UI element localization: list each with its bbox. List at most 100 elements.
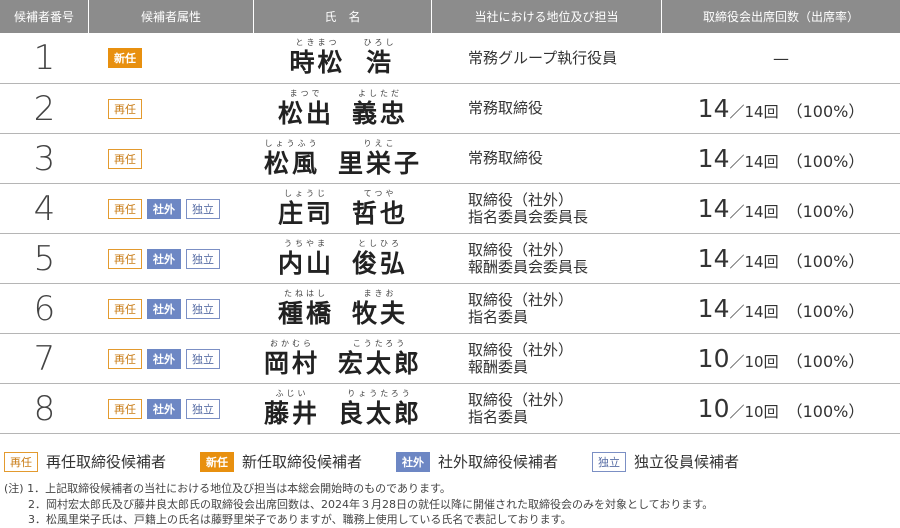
legend-item: 社外 社外取締役候補者 <box>396 451 558 472</box>
attended-count: 10 <box>697 394 730 423</box>
badge-rein: 再任 <box>108 148 142 169</box>
given-furigana: りえこ <box>363 138 397 148</box>
attendance-value: 14 ／14回 （100%） <box>698 244 865 273</box>
surname-furigana: たねはし <box>283 288 328 298</box>
held-count: ／14回 <box>729 153 779 171</box>
given: 俊弘 <box>352 248 409 278</box>
candidate-position: 取締役（社外） 報酬委員会委員長 <box>432 234 662 283</box>
badge-legend: 再任 再任取締役候補者 新任 新任取締役候補者 社外 社外取締役候補者 独立 独立役員候補者 <box>4 451 773 472</box>
candidate-number: 1 <box>33 38 56 78</box>
given-block: ひろし浩 <box>364 38 397 78</box>
attendance-rate: （100%） <box>786 352 865 371</box>
candidate-name: まつで 松出 よしただ 義忠 <box>254 84 432 133</box>
given: 牧夫 <box>352 298 409 328</box>
legend-item: 再任 再任取締役候補者 <box>4 451 166 472</box>
attended-count: 10 <box>697 344 730 373</box>
given: 義忠 <box>352 98 409 128</box>
attendance-value: 10 ／10回 （100%） <box>698 344 865 373</box>
position-line: 常務取締役 <box>468 99 544 117</box>
surname-block: しょうじ 庄司 <box>278 189 334 229</box>
given-furigana: てつや <box>363 188 397 198</box>
position-line: 取締役（社外） <box>468 240 574 259</box>
candidate-name: ふじい 藤井 りょうたろう 良太郎 <box>254 384 432 433</box>
table-header: 候補者番号 候補者属性 氏 名 当社における地位及び担当 取締役会出席回数（出席… <box>0 0 900 33</box>
legend-text: 再任取締役候補者 <box>46 453 167 471</box>
badge-ext: 社外 <box>147 398 181 419</box>
given-block: てつや 哲也 <box>352 189 408 229</box>
position-line: 報酬委員会委員長 <box>468 257 589 276</box>
table-row: 6 再任 社外 独立 たねはし 種橋 まきお 牧夫 取締役（社外） 指名委員 14 ／14回 （100%… <box>0 284 900 334</box>
position-line: 報酬委員 <box>468 357 529 376</box>
attendance-value: 14 ／14回 （100%） <box>698 194 865 223</box>
candidate-number: 2 <box>33 88 56 129</box>
candidate-position: 取締役（社外） 指名委員 <box>432 384 662 433</box>
position-line: 取締役（社外） <box>468 190 574 209</box>
given-furigana: まきお <box>363 288 397 298</box>
given: 宏太郎 <box>338 348 423 378</box>
candidate-attributes: 再任 社外 独立 <box>89 234 254 283</box>
given-block: りえこ 里栄子 <box>338 139 422 179</box>
surname-furigana: うちやま <box>283 238 328 248</box>
attended-count: 14 <box>697 94 730 123</box>
footnote: 3．松風里栄子氏は、戸籍上の氏名は藤野里栄子でありますが、職務上使用している氏名… <box>28 513 572 526</box>
surname: 松風 <box>263 148 320 178</box>
given: 里栄子 <box>338 148 423 178</box>
position-line: 取締役（社外） <box>468 290 574 309</box>
given-block: こうたろう 宏太郎 <box>338 339 422 379</box>
attendance-none: — <box>773 48 789 68</box>
candidate-position: 取締役（社外） 指名委員会委員長 <box>432 184 662 233</box>
given-furigana: こうたろう <box>352 338 408 348</box>
given-furigana: よしただ <box>358 88 402 98</box>
header-name: 氏 名 <box>254 0 432 33</box>
position-line: 取締役（社外） <box>468 390 574 409</box>
candidate-attributes: 新任 <box>89 33 254 83</box>
attendance: 14 ／14回 （100%） <box>662 284 900 333</box>
held-count: ／14回 <box>729 253 779 271</box>
badge-rein: 再任 <box>108 298 142 319</box>
candidate-attributes: 再任 <box>89 84 254 133</box>
candidate-table: 候補者番号 候補者属性 氏 名 当社における地位及び担当 取締役会出席回数（出席… <box>0 0 900 434</box>
position-line: 指名委員会委員長 <box>468 207 589 226</box>
surname-furigana: おかむら <box>269 338 314 348</box>
attendance-rate: （100%） <box>786 252 865 271</box>
attendance: 14 ／14回 （100%） <box>662 134 900 183</box>
position-line: 取締役（社外） <box>468 340 574 359</box>
table-row: 3 再任 しょうふう 松風 りえこ 里栄子 常務取締役 14 ／14回 （100%） <box>0 134 900 184</box>
surname-block: たねはし 種橋 <box>278 289 334 329</box>
surname-furigana: しょうじ <box>283 188 328 198</box>
attendance-rate: （100%） <box>786 152 865 171</box>
attendance: 14 ／14回 （100%） <box>662 84 900 133</box>
candidate-position: 取締役（社外） 指名委員 <box>432 284 662 333</box>
surname: 時松 <box>289 48 346 77</box>
badge-rein: 再任 <box>108 398 142 419</box>
candidate-name: おかむら 岡村 こうたろう 宏太郎 <box>254 334 432 383</box>
given-block: よしただ 義忠 <box>352 89 408 129</box>
surname-block: うちやま 内山 <box>278 239 334 279</box>
badge-ext: 社外 <box>147 348 181 369</box>
surname-block: まつで 松出 <box>278 89 334 129</box>
table-row: 7 再任 社外 独立 おかむら 岡村 こうたろう 宏太郎 取締役（社外） 報酬委員 10 ／10回 （1… <box>0 334 900 384</box>
attended-count: 14 <box>697 244 730 273</box>
candidate-name: しょうじ 庄司 てつや 哲也 <box>254 184 432 233</box>
badge-ext: 社外 <box>147 248 181 269</box>
candidate-name: うちやま 内山 としひろ 俊弘 <box>254 234 432 283</box>
table-row: 5 再任 社外 独立 うちやま 内山 としひろ 俊弘 取締役（社外） 報酬委員会委員長 14 ／14回… <box>0 234 900 284</box>
candidate-name: ときまつ 時松 ひろし浩 <box>254 33 432 83</box>
surname: 種橋 <box>277 298 334 328</box>
surname: 庄司 <box>277 198 334 228</box>
badge-ind: 独立 <box>186 348 220 369</box>
candidate-number: 3 <box>33 138 56 179</box>
position-line: 指名委員 <box>468 407 529 426</box>
surname: 内山 <box>277 248 334 278</box>
candidate-number: 8 <box>33 388 56 429</box>
candidate-attributes: 再任 社外 独立 <box>89 334 254 383</box>
badge-ext: 社外 <box>147 198 181 219</box>
legend-badge-ind: 独立 <box>592 451 627 472</box>
attendance-rate: （100%） <box>786 102 865 121</box>
footnote: (注) 1．上記取締役候補者の当社における地位及び担当は本総会開始時のものであり… <box>4 482 451 495</box>
given-furigana: りょうたろう <box>347 388 413 398</box>
held-count: ／10回 <box>729 353 779 371</box>
badge-rein: 再任 <box>108 348 142 369</box>
attendance: 10 ／10回 （100%） <box>662 334 900 383</box>
badge-rein: 再任 <box>108 198 142 219</box>
